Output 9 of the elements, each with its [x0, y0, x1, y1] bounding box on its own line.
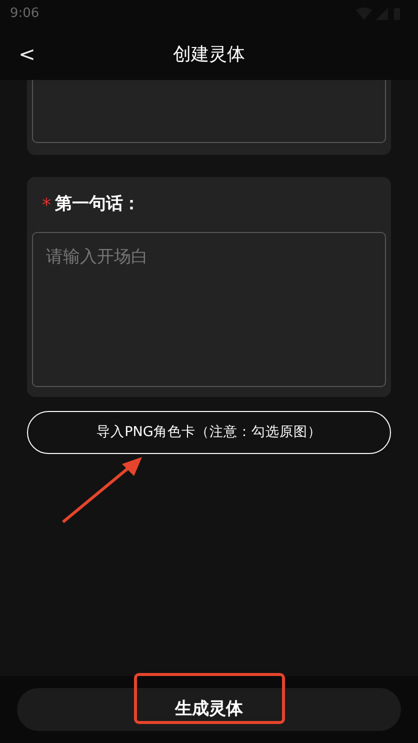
generate-button[interactable]: 生成灵体 — [17, 688, 401, 731]
import-card-button[interactable]: 导入PNG角色卡（注意：勾选原图） — [27, 411, 391, 454]
required-mark: * — [42, 194, 51, 218]
text-area[interactable] — [32, 80, 386, 143]
opening-line-field[interactable]: 请输入开场白 — [32, 232, 386, 387]
back-button[interactable]: < — [16, 40, 38, 68]
field-label: 第一句话： — [55, 193, 140, 216]
status-time: 9:06 — [10, 5, 40, 24]
page-title: 创建灵体 — [173, 42, 245, 66]
